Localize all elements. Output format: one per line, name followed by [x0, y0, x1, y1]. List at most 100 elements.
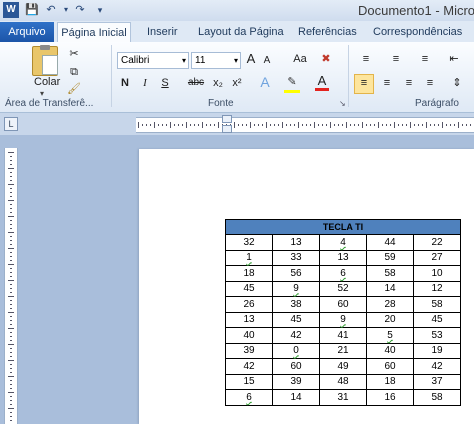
- table-cell[interactable]: 45: [225, 280, 273, 297]
- table-cell[interactable]: 6: [225, 389, 273, 406]
- shrink-font-button[interactable]: A: [261, 53, 273, 69]
- numbering-icon[interactable]: ≡: [385, 51, 407, 67]
- table-cell[interactable]: 26: [225, 296, 273, 313]
- table-cell[interactable]: 53: [413, 327, 461, 344]
- align-left-button[interactable]: ≡: [354, 74, 374, 94]
- paste-button[interactable]: Colar: [34, 76, 60, 88]
- table-cell[interactable]: 14: [272, 389, 320, 406]
- table-cell[interactable]: 52: [319, 280, 367, 297]
- table-cell[interactable]: 33: [272, 249, 320, 266]
- table-cell[interactable]: 40: [366, 342, 414, 359]
- table-cell[interactable]: 56: [272, 265, 320, 282]
- align-center-button[interactable]: ≡: [378, 75, 396, 91]
- table-cell[interactable]: 10: [413, 265, 461, 282]
- table-cell[interactable]: 48: [319, 373, 367, 390]
- indent-marker-icon[interactable]: [222, 115, 232, 123]
- bold-button[interactable]: N: [119, 75, 131, 91]
- table-cell[interactable]: 38: [272, 296, 320, 313]
- table-cell[interactable]: 60: [272, 358, 320, 375]
- table-cell[interactable]: 58: [413, 389, 461, 406]
- tab-arquivo[interactable]: Arquivo: [0, 22, 54, 42]
- table-cell[interactable]: 49: [319, 358, 367, 375]
- table-cell[interactable]: 31: [319, 389, 367, 406]
- table-cell[interactable]: 13: [225, 311, 273, 328]
- tab-selector-icon[interactable]: L: [4, 117, 18, 131]
- table-cell[interactable]: 5: [366, 327, 414, 344]
- table-cell[interactable]: 42: [225, 358, 273, 375]
- table-cell[interactable]: 42: [272, 327, 320, 344]
- table-cell[interactable]: 28: [366, 296, 414, 313]
- multilevel-list-icon[interactable]: ≡: [414, 51, 436, 67]
- table-cell[interactable]: 20: [366, 311, 414, 328]
- table-cell[interactable]: 1: [225, 249, 273, 266]
- table-cell[interactable]: 42: [413, 358, 461, 375]
- font-name-select[interactable]: Calibri ▾: [117, 52, 189, 69]
- tab-layout-da-pagina[interactable]: Layout da Página: [198, 22, 284, 42]
- hanging-indent-icon[interactable]: [222, 125, 232, 133]
- table-cell[interactable]: 18: [366, 373, 414, 390]
- format-painter-icon[interactable]: 🖌: [66, 81, 82, 97]
- table-cell[interactable]: 58: [366, 265, 414, 282]
- table-cell[interactable]: 60: [366, 358, 414, 375]
- table-cell[interactable]: 13: [272, 234, 320, 251]
- paste-icon[interactable]: [32, 45, 58, 76]
- table-cell[interactable]: 19: [413, 342, 461, 359]
- vertical-ruler[interactable]: [4, 148, 18, 424]
- table-cell[interactable]: 9: [272, 280, 320, 297]
- copy-icon[interactable]: ⧉: [66, 64, 82, 80]
- customize-quick-access-icon[interactable]: ▾: [92, 2, 108, 18]
- table-cell[interactable]: 13: [319, 249, 367, 266]
- bullets-icon[interactable]: ≡: [355, 51, 377, 67]
- table-cell[interactable]: 58: [413, 296, 461, 313]
- table-cell[interactable]: 44: [366, 234, 414, 251]
- font-color-button[interactable]: A: [315, 74, 329, 91]
- table-cell[interactable]: 14: [366, 280, 414, 297]
- table-cell[interactable]: 12: [413, 280, 461, 297]
- table-cell[interactable]: 9: [319, 311, 367, 328]
- table-cell[interactable]: 22: [413, 234, 461, 251]
- highlight-icon[interactable]: ✎: [284, 74, 300, 93]
- word-logo-icon[interactable]: W: [3, 2, 19, 18]
- redo-icon[interactable]: ↷: [72, 2, 88, 18]
- save-icon[interactable]: 💾: [24, 2, 40, 18]
- change-case-button[interactable]: Aa: [291, 51, 309, 67]
- cut-icon[interactable]: ✂: [66, 46, 82, 62]
- subscript-button[interactable]: x₂: [211, 75, 225, 91]
- font-size-select[interactable]: 11 ▾: [191, 52, 241, 69]
- table-cell[interactable]: 15: [225, 373, 273, 390]
- text-effects-icon[interactable]: A: [257, 74, 273, 90]
- line-spacing-icon[interactable]: ⇕: [447, 75, 467, 91]
- table-cell[interactable]: 21: [319, 342, 367, 359]
- tab-pagina-inicial[interactable]: Página Inicial: [57, 22, 131, 43]
- table-cell[interactable]: 40: [225, 327, 273, 344]
- grow-font-button[interactable]: A: [244, 51, 258, 67]
- table-cell[interactable]: 27: [413, 249, 461, 266]
- tab-referencias[interactable]: Referências: [298, 22, 357, 42]
- table-cell[interactable]: 4: [319, 234, 367, 251]
- table-cell[interactable]: 32: [225, 234, 273, 251]
- decrease-indent-icon[interactable]: ⇤: [443, 51, 465, 67]
- table-cell[interactable]: 0: [272, 342, 320, 359]
- table-cell[interactable]: 39: [272, 373, 320, 390]
- table-cell[interactable]: 39: [225, 342, 273, 359]
- align-right-button[interactable]: ≡: [400, 75, 418, 91]
- horizontal-ruler[interactable]: [136, 117, 474, 133]
- table-cell[interactable]: 45: [413, 311, 461, 328]
- table-cell[interactable]: 16: [366, 389, 414, 406]
- paste-dropdown-icon[interactable]: ▾: [40, 89, 44, 98]
- table-cell[interactable]: 6: [319, 265, 367, 282]
- table-cell[interactable]: 41: [319, 327, 367, 344]
- table-cell[interactable]: 18: [225, 265, 273, 282]
- tab-inserir[interactable]: Inserir: [147, 22, 178, 42]
- underline-button[interactable]: S: [159, 75, 171, 91]
- table-cell[interactable]: 60: [319, 296, 367, 313]
- undo-icon[interactable]: ↶: [43, 2, 59, 18]
- justify-button[interactable]: ≡: [421, 75, 439, 91]
- strikethrough-button[interactable]: abc: [187, 75, 205, 91]
- table-cell[interactable]: 59: [366, 249, 414, 266]
- table-cell[interactable]: 45: [272, 311, 320, 328]
- clear-formatting-icon[interactable]: ✖: [318, 51, 334, 67]
- tab-correspondencias[interactable]: Correspondências: [373, 22, 462, 42]
- dialog-launcher-icon[interactable]: ↘: [339, 99, 346, 108]
- italic-button[interactable]: I: [139, 75, 151, 91]
